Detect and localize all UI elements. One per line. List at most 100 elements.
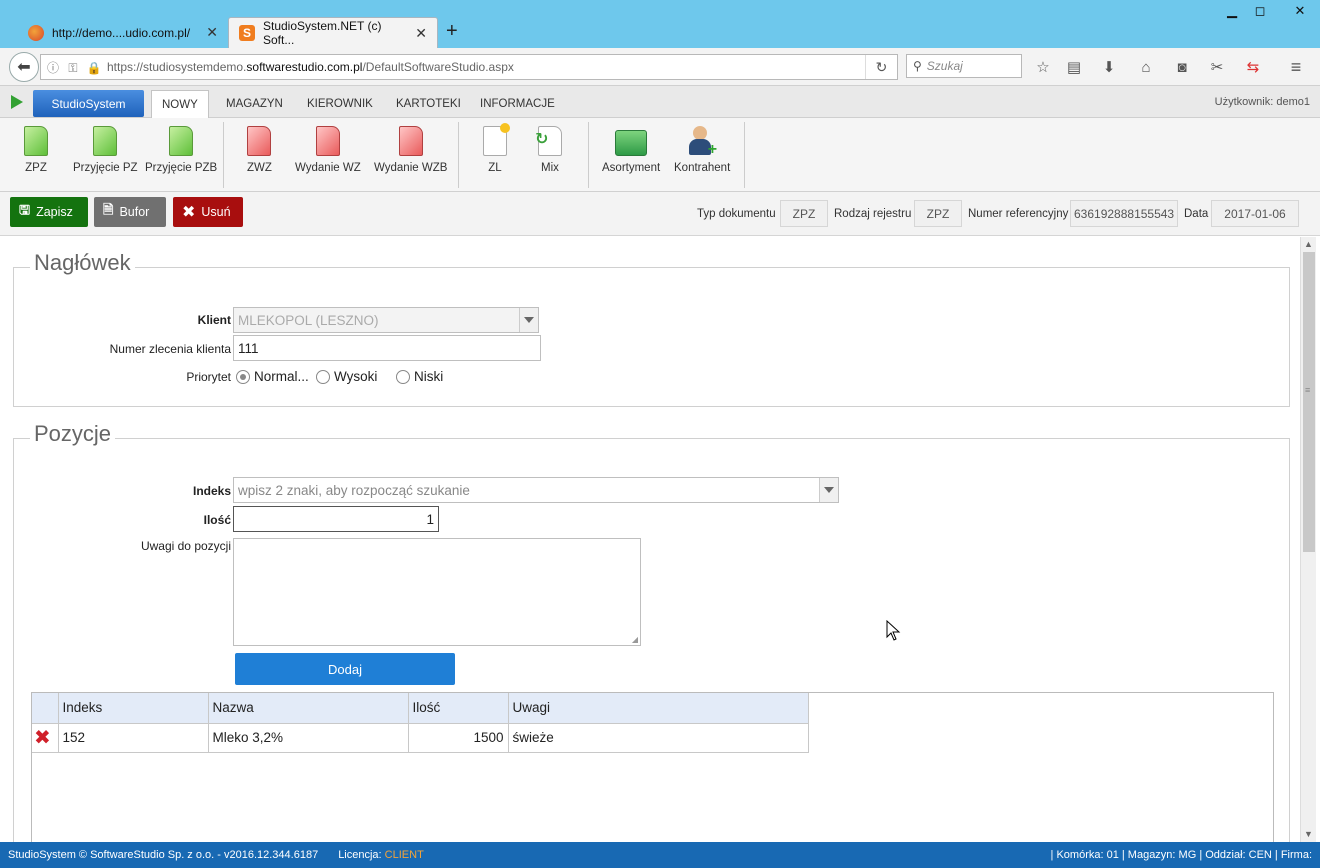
new-tab-plus-icon[interactable]: + <box>446 20 458 43</box>
cell-ilosc: 1500 <box>408 723 509 753</box>
firefox-globe-icon <box>28 24 44 41</box>
chevron-down-icon <box>519 308 538 332</box>
cell-nazwa: Mleko 3,2% <box>208 723 409 753</box>
priority-radio-low[interactable]: Niski <box>396 369 443 384</box>
column-header-uwagi[interactable]: Uwagi <box>508 693 809 724</box>
ribbon-button-wydanie-wzb[interactable]: Wydanie WZB <box>374 126 447 174</box>
assortment-box-icon <box>615 130 648 156</box>
quantity-input[interactable]: 1 <box>233 506 439 532</box>
resize-grip-icon[interactable]: ◢ <box>632 635 638 644</box>
ribbon-separator <box>744 122 745 188</box>
column-header-ilosc[interactable]: Ilość <box>408 693 509 724</box>
priority-label: Priorytet <box>186 370 231 384</box>
current-user-label: Użytkownik: demo1 <box>1214 96 1310 108</box>
order-number-input[interactable]: 111 <box>233 335 541 361</box>
ribbon-separator <box>458 122 459 188</box>
sync-arrows-icon[interactable]: ⇆ <box>1242 56 1264 78</box>
browser-tab-studiosystem[interactable]: S StudioSystem.NET (c) Soft... ✕ <box>228 17 438 48</box>
green-document-icon <box>24 126 48 156</box>
menu-item-kartoteki[interactable]: KARTOTEKI <box>386 90 471 118</box>
close-icon[interactable]: ✕ <box>415 25 427 42</box>
ribbon-button-mix[interactable]: ↻ Mix <box>535 126 562 174</box>
column-header-nazwa[interactable]: Nazwa <box>208 693 409 724</box>
buffer-button[interactable]: 🗎 Bufor <box>94 197 166 227</box>
green-document-icon <box>169 126 194 156</box>
positions-grid: Indeks Nazwa Ilość Uwagi ✖ 152 Mleko 3,2… <box>31 692 1274 842</box>
priority-radio-high[interactable]: Wysoki <box>316 369 377 384</box>
url-text: https://studiosystemdemo.softwarestudio.… <box>107 60 514 74</box>
date-label: Data <box>1184 208 1209 220</box>
hamburger-menu-icon[interactable]: ≡ <box>1285 56 1307 78</box>
red-document-icon <box>247 126 272 156</box>
new-document-icon <box>483 123 510 156</box>
date-value: 2017-01-06 <box>1211 200 1299 227</box>
client-select: MLEKOPOL (LESZNO) <box>233 307 539 333</box>
reload-icon[interactable]: ↻ <box>865 55 897 79</box>
menu-item-magazyn[interactable]: MAGAZYN <box>216 90 293 118</box>
ribbon-button-przyjecie-pzb[interactable]: Przyjęcie PZB <box>145 126 217 174</box>
studiosystem-brand-button[interactable]: StudioSystem <box>33 90 144 117</box>
quantity-label: Ilość <box>203 513 231 527</box>
play-icon[interactable] <box>11 95 23 109</box>
client-label: Klient <box>197 313 231 327</box>
context-info: | Komórka: 01 | Magazyn: MG | Oddział: C… <box>1050 849 1312 861</box>
site-info-icon[interactable]: ⓘ ⚿ 🔒 <box>41 59 107 76</box>
register-type-value: ZPZ <box>914 200 962 227</box>
pocket-icon[interactable]: ◙ <box>1171 56 1193 78</box>
ribbon-button-przyjecie-pz[interactable]: Przyjęcie PZ <box>73 126 138 174</box>
index-search-input[interactable]: wpisz 2 znaki, aby rozpocząć szukanie <box>233 477 839 503</box>
scrollbar-thumb[interactable] <box>1303 252 1315 552</box>
order-number-label: Numer zlecenia klienta <box>109 342 231 356</box>
maximize-icon[interactable]: ◻ <box>1244 0 1276 22</box>
download-arrow-icon[interactable]: ⬇ <box>1098 56 1120 78</box>
copyright-text: StudioSystem © SoftwareStudio Sp. z o.o.… <box>8 849 319 861</box>
column-header-indeks[interactable]: Indeks <box>58 693 209 724</box>
delete-button[interactable]: ✖ Usuń <box>173 197 243 227</box>
ribbon-button-asortyment[interactable]: Asortyment <box>602 126 660 174</box>
cell-indeks: 152 <box>58 723 209 753</box>
tab-label: StudioSystem.NET (c) Soft... <box>263 19 382 47</box>
url-bar[interactable]: ⓘ ⚿ 🔒 https://studiosystemdemo.softwares… <box>40 54 898 80</box>
save-button[interactable]: 🖫 Zapisz <box>10 197 88 227</box>
home-icon[interactable]: ⌂ <box>1135 56 1157 78</box>
reading-list-icon[interactable]: ▤ <box>1063 56 1085 78</box>
ribbon-button-kontrahent[interactable]: + Kontrahent <box>674 126 730 174</box>
ribbon-button-zpz[interactable]: ZPZ <box>24 126 48 174</box>
ribbon-button-zl[interactable]: ZL <box>483 123 510 174</box>
reference-number-label: Numer referencyjny <box>968 208 1069 220</box>
reference-number-value: 636192888155543 <box>1070 200 1178 227</box>
license-info: Licencja: CLIENT <box>338 849 424 861</box>
browser-tab-bar: http://demo....udio.com.pl/ ✕ S StudioSy… <box>0 0 1320 48</box>
studiosystem-s-icon: S <box>239 25 255 41</box>
vertical-scrollbar[interactable]: ▲ ≡ ▼ <box>1300 237 1316 842</box>
ribbon-button-zwz[interactable]: ZWZ <box>247 126 272 174</box>
menu-item-nowy[interactable]: NOWY <box>151 90 209 118</box>
delete-x-icon[interactable]: ✖ <box>34 727 51 749</box>
scroll-down-arrow-icon[interactable]: ▼ <box>1304 829 1313 839</box>
priority-radio-normal[interactable]: Normal... <box>236 369 309 384</box>
ribbon-button-wydanie-wz[interactable]: Wydanie WZ <box>295 126 361 174</box>
positions-table: Indeks Nazwa Ilość Uwagi ✖ 152 Mleko 3,2… <box>32 693 809 753</box>
chevron-down-icon[interactable] <box>819 478 838 502</box>
delete-row-cell[interactable]: ✖ <box>32 723 59 753</box>
header-panel: Nagłówek <box>13 250 1290 407</box>
red-document-icon <box>398 126 423 156</box>
close-icon[interactable]: ✕ <box>206 24 218 41</box>
browser-tab-demo[interactable]: http://demo....udio.com.pl/ ✕ <box>18 17 228 48</box>
header-panel-legend: Nagłówek <box>30 250 135 276</box>
tab-label: http://demo....udio.com.pl/ <box>52 25 191 40</box>
back-arrow-icon[interactable]: ⬅ <box>9 52 39 82</box>
document-icon: 🗎 <box>103 202 114 217</box>
scroll-grip-icon: ≡ <box>1305 385 1311 395</box>
main-content: Nagłówek Klient MLEKOPOL (LESZNO) Numer … <box>0 237 1300 842</box>
add-position-button[interactable]: Dodaj <box>235 653 455 685</box>
menu-item-kierownik[interactable]: KIEROWNIK <box>297 90 383 118</box>
position-notes-textarea[interactable]: ◢ <box>233 538 641 646</box>
table-row[interactable]: ✖ 152 Mleko 3,2% 1500 świeże <box>32 723 809 753</box>
menu-item-informacje[interactable]: INFORMACJE <box>470 90 565 118</box>
scroll-up-arrow-icon[interactable]: ▲ <box>1304 239 1313 249</box>
window-close-icon[interactable]: ✕ <box>1282 0 1318 22</box>
scissors-icon[interactable]: ✂ <box>1206 56 1228 78</box>
browser-search-input[interactable]: ⚲ Szukaj <box>906 54 1022 78</box>
bookmark-star-icon[interactable]: ☆ <box>1032 56 1054 78</box>
